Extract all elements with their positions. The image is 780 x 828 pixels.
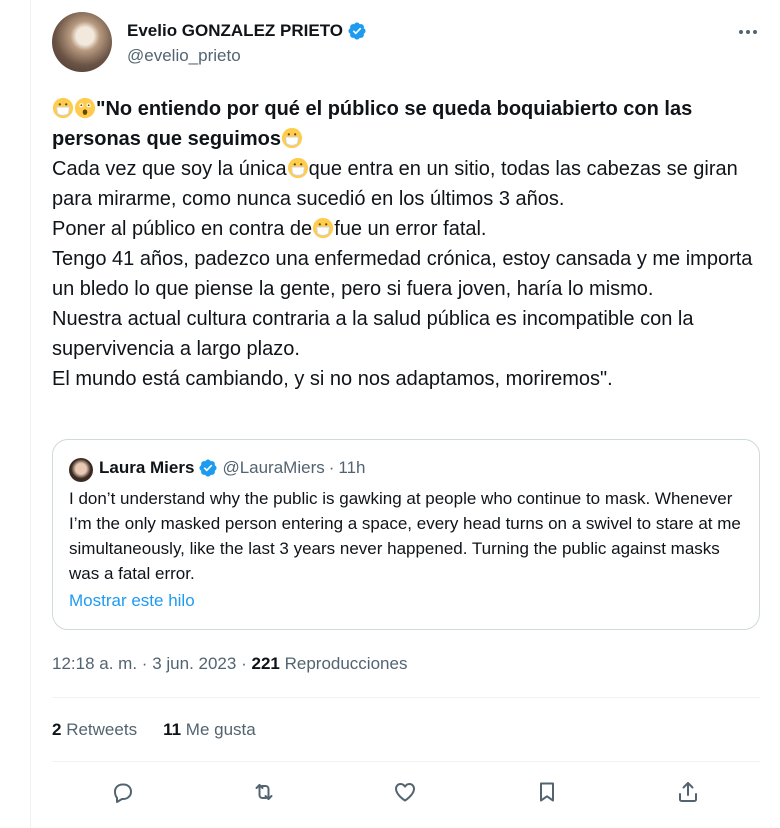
likes-label: Me gusta [185, 720, 256, 739]
show-thread-link[interactable]: Mostrar este hilo [69, 591, 195, 611]
tweet-line-6: El mundo está cambiando, y si no nos ada… [52, 368, 613, 390]
quoted-author-avatar [69, 458, 93, 482]
likes-stat[interactable]: 11 Me gusta [163, 720, 256, 740]
action-bar [52, 776, 760, 808]
author-name-row[interactable]: Evelio GONZALEZ PRIETO [127, 21, 367, 41]
views-label: Reproducciones [284, 654, 408, 673]
heart-icon [395, 783, 415, 802]
retweets-label: Retweets [66, 720, 138, 739]
share-icon [679, 782, 697, 802]
tweet-line-2: Cada vez que soy la única que entra en un… [52, 154, 764, 214]
meta-separator: · [241, 654, 247, 673]
tweet-line-1: "No entiendo por qué el público se queda… [52, 94, 764, 154]
retweet-icon [255, 784, 273, 800]
tweet-body: "No entiendo por qué el público se queda… [52, 94, 764, 394]
tweet-line-1-text: "No entiendo por qué el público se queda… [52, 98, 693, 150]
quoted-tweet[interactable]: Laura Miers @LauraMiers · 11h I don’t un… [52, 439, 760, 630]
tweet-line-4: Tengo 41 años, padezco una enfermedad cr… [52, 248, 753, 300]
tweet-line-3: Poner al público en contra de fue un erro… [52, 214, 764, 244]
reply-icon [114, 783, 132, 803]
verified-badge-icon [199, 459, 217, 477]
views-count: 221 [251, 654, 280, 673]
tweet-date[interactable]: 3 jun. 2023 [152, 654, 236, 673]
like-button[interactable] [389, 776, 421, 808]
quoted-separator: · [328, 458, 335, 477]
quoted-author-handle: @LauraMiers [222, 458, 325, 477]
quoted-author-name: Laura Miers [99, 458, 195, 477]
divider [52, 697, 760, 698]
tweet-line-2a: Cada vez que soy la única [52, 158, 287, 180]
face-with-medical-mask-emoji [52, 97, 74, 119]
bookmark-button[interactable] [531, 776, 563, 808]
quoted-tweet-header: Laura Miers @LauraMiers · 11h [99, 458, 366, 478]
face-with-medical-mask-emoji [287, 157, 308, 179]
tweet-metadata: 12:18 a. m. · 3 jun. 2023 · 221 Reproduc… [52, 654, 407, 674]
retweets-stat[interactable]: 2 Retweets [52, 720, 137, 740]
astonished-face-emoji [74, 97, 96, 119]
more-options-icon[interactable] [736, 20, 760, 44]
tweet-time[interactable]: 12:18 a. m. [52, 654, 137, 673]
face-with-medical-mask-emoji [281, 127, 303, 149]
likes-count: 11 [163, 720, 182, 739]
divider [52, 761, 760, 762]
retweets-count: 2 [52, 720, 62, 739]
author-name[interactable]: Evelio GONZALEZ PRIETO [127, 21, 343, 41]
retweet-button[interactable] [248, 776, 280, 808]
tweet-line-3b: fue un error fatal. [334, 218, 487, 240]
reply-button[interactable] [107, 776, 139, 808]
author-avatar[interactable] [52, 12, 112, 72]
engagement-stats: 2 Retweets 11 Me gusta [52, 720, 256, 740]
quoted-tweet-text: I don’t understand why the public is gaw… [69, 489, 741, 583]
tweet-line-3a: Poner al público en contra de [52, 218, 313, 240]
meta-separator: · [141, 654, 148, 673]
share-button[interactable] [672, 776, 704, 808]
author-handle[interactable]: @evelio_prieto [127, 46, 241, 66]
verified-badge-icon [348, 22, 366, 40]
face-with-medical-mask-emoji [313, 217, 334, 239]
bookmark-icon [540, 782, 554, 802]
tweet-line-5: Nuestra actual cultura contraria a la sa… [52, 308, 694, 360]
quoted-time: 11h [338, 458, 366, 477]
